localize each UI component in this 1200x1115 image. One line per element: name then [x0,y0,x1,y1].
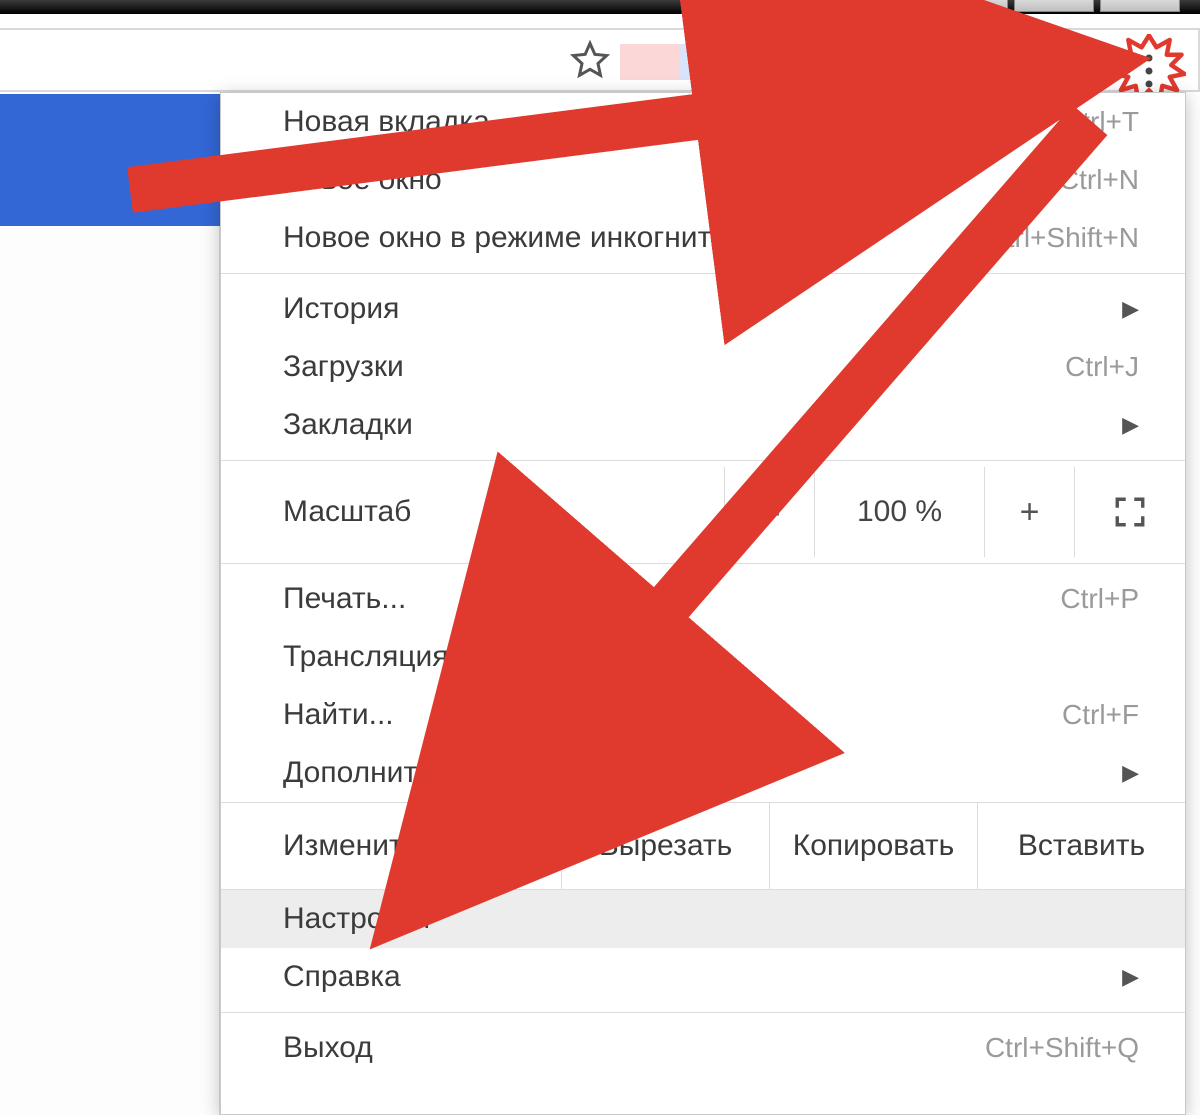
extensions-strip [620,40,1088,84]
menu-label: Найти... [283,698,394,732]
menu-item-find[interactable]: Найти... Ctrl+F [221,686,1185,744]
menu-shortcut: Ctrl+J [1065,351,1139,383]
menu-item-help[interactable]: Справка ▶ [221,948,1185,1006]
menu-shortcut: Ctrl+P [1060,583,1139,615]
menu-item-settings[interactable]: Настройки [221,890,1185,948]
extension-icon[interactable] [620,44,679,80]
menu-label: Настройки [283,902,430,936]
submenu-arrow-icon: ▶ [1122,412,1139,438]
menu-item-exit[interactable]: Выход Ctrl+Shift+Q [221,1019,1185,1077]
zoom-label: Масштаб [283,495,724,529]
extension-icon[interactable] [854,44,913,80]
zoom-in-button[interactable]: + [985,467,1075,557]
zoom-value: 100 % [815,467,985,557]
menu-label: История [283,292,399,326]
menu-label: Дополнительные инструменты [283,756,711,790]
fullscreen-button[interactable] [1075,495,1185,529]
edit-copy-button[interactable]: Копировать [769,803,977,889]
menu-label: Закладки [283,408,413,442]
menu-label: Печать... [283,582,406,616]
fullscreen-icon [1113,495,1147,529]
menu-label: Новое окно [283,163,442,197]
menu-label: Выход [283,1031,373,1065]
menu-item-bookmarks[interactable]: Закладки ▶ [221,396,1185,454]
menu-label: Новое окно в режиме инкогнито [283,221,728,255]
menu-label: Новая вкладка [283,105,490,139]
menu-item-new-window[interactable]: Новое окно Ctrl+N [221,151,1185,209]
menu-edit-row: Изменить Вырезать Копировать Вставить [221,802,1185,890]
menu-shortcut: Ctrl+Shift+Q [985,1032,1139,1064]
submenu-arrow-icon: ▶ [1122,964,1139,990]
extension-icon[interactable] [913,44,972,80]
menu-item-more-tools[interactable]: Дополнительные инструменты ▶ [221,744,1185,802]
kebab-menu-icon [1146,55,1153,88]
sidebar-selection [0,94,220,226]
omnibox-row [0,28,1200,92]
edit-cut-button[interactable]: Вырезать [561,803,769,889]
edit-paste-button[interactable]: Вставить [977,803,1185,889]
extension-icon[interactable] [679,44,738,80]
zoom-controls: – 100 % + [724,467,1185,557]
menu-separator [221,1012,1185,1013]
menu-item-print[interactable]: Печать... Ctrl+P [221,570,1185,628]
chrome-main-menu: Новая вкладка Ctrl+T Новое окно Ctrl+N Н… [220,92,1186,1115]
menu-item-incognito[interactable]: Новое окно в режиме инкогнито Ctrl+Shift… [221,209,1185,267]
menu-zoom-row: Масштаб – 100 % + [221,467,1185,557]
menu-separator [221,273,1185,274]
menu-shortcut: Ctrl+T [1062,106,1139,138]
menu-item-downloads[interactable]: Загрузки Ctrl+J [221,338,1185,396]
menu-shortcut: Ctrl+Shift+N [987,222,1140,254]
edit-label: Изменить [221,829,561,863]
submenu-arrow-icon: ▶ [1122,296,1139,322]
extension-icon[interactable] [796,44,855,80]
menu-label: Трансляция... [283,640,474,674]
zoom-out-button[interactable]: – [725,467,815,557]
extension-icon[interactable] [737,44,796,80]
menu-label: Загрузки [283,350,404,384]
submenu-arrow-icon: ▶ [1122,760,1139,786]
browser-toolbar [0,14,1200,92]
menu-shortcut: Ctrl+F [1062,699,1139,731]
extension-icon[interactable] [971,44,1030,80]
window-titlebar [0,0,1200,14]
extension-icon[interactable] [1030,44,1089,80]
bookmark-star-icon[interactable] [570,40,610,80]
menu-item-cast[interactable]: Трансляция... [221,628,1185,686]
menu-separator [221,563,1185,564]
sidebar-background [0,226,220,1115]
menu-item-history[interactable]: История ▶ [221,280,1185,338]
menu-separator [221,460,1185,461]
titlebar-widgets [928,0,1180,14]
menu-shortcut: Ctrl+N [1059,164,1139,196]
menu-item-new-tab[interactable]: Новая вкладка Ctrl+T [221,93,1185,151]
menu-label: Справка [283,960,401,994]
